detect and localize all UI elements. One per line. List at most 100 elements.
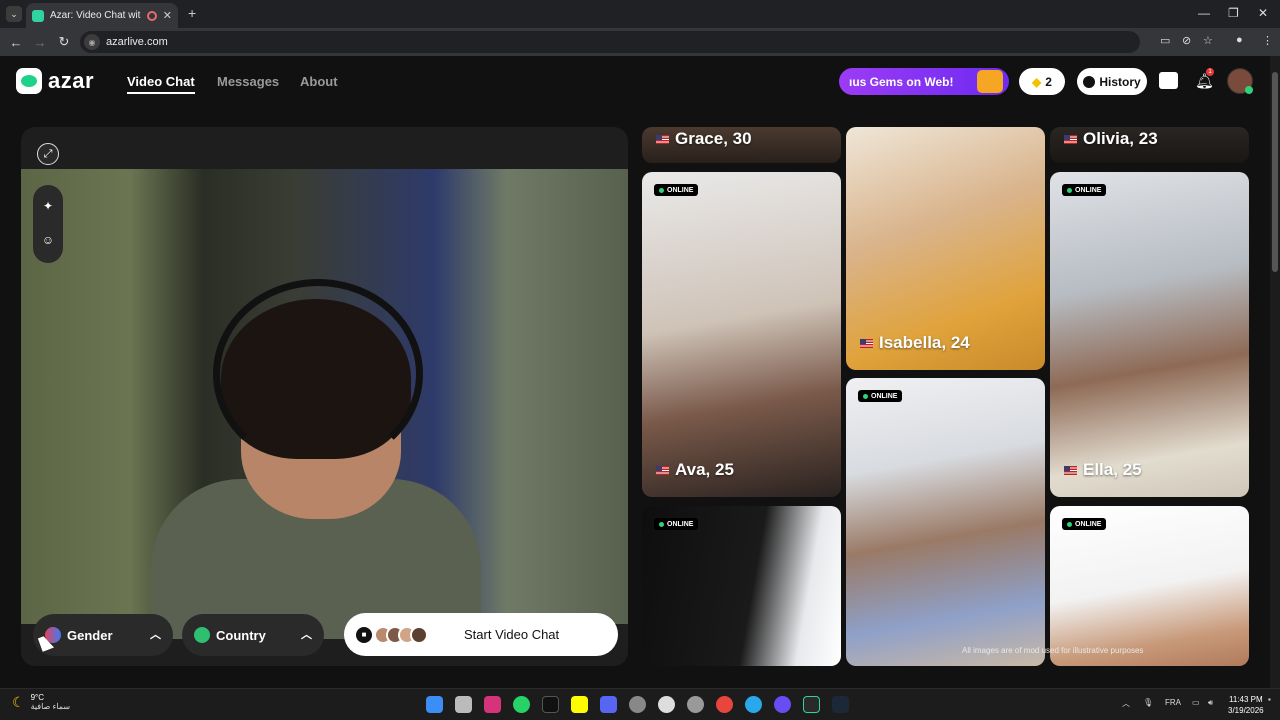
history-button[interactable]: History [1077,68,1147,95]
minimize-button[interactable]: — [1198,6,1210,20]
steam-icon[interactable] [832,696,849,713]
us-flag-icon [1064,134,1077,144]
us-flag-icon [860,338,873,348]
instagram-icon[interactable] [484,696,501,713]
history-label: History [1099,74,1141,89]
terminal-icon[interactable] [803,696,820,713]
discord-icon[interactable] [600,696,617,713]
profile-card-grace[interactable]: Grace, 30 [642,127,841,163]
azar-favicon-icon [32,9,44,22]
back-icon[interactable]: ← [4,35,28,50]
image-disclaimer: All images are of mod used for illustrat… [962,646,1144,655]
address-bar[interactable]: ◉ azarlive.com [80,31,1140,53]
new-tab-button[interactable]: + [188,5,196,21]
file-explorer-icon[interactable] [455,696,472,713]
tab-close-icon[interactable]: ✕ [163,9,172,22]
us-flag-icon [656,134,669,144]
profile-name: Ava, 25 [656,460,734,480]
profile-card-olivia[interactable]: Olivia, 23 [1050,127,1249,163]
gems-counter[interactable]: ◆ 2 [1019,68,1065,95]
language-indicator[interactable]: FRA [1165,698,1181,707]
gender-filter-button[interactable]: Gender ︿ [33,614,173,656]
browser-tabstrip: ⌄ Azar: Video Chat with New ✕ + — ❐ ✕ [0,0,1280,28]
face-filter-icon[interactable]: ☺ [40,233,56,249]
weather-widget[interactable]: ☾ 9°C سماء صافية [12,693,70,711]
online-badge: ONLINE [858,390,903,402]
profile-card-online-2[interactable]: ONLINE [642,506,841,666]
expand-icon[interactable]: ⤢ [37,143,59,165]
online-badge: ONLINE [654,518,699,530]
taskbar-apps [426,696,849,713]
app-header: azar Video Chat Messages About ıus Gems … [0,56,1270,108]
profile-name: Isabella, 24 [860,333,970,353]
notification-badge: 1 [1206,68,1214,76]
gem-icon: ◆ [1032,74,1042,89]
clock-time: 11:43 PM [1228,695,1263,704]
app-circle-icon[interactable] [774,696,791,713]
browser-tab[interactable]: Azar: Video Chat with New ✕ [26,3,178,28]
video-camera-icon: ■ [356,626,372,643]
country-label: Country [216,627,266,643]
weather-desc: سماء صافية [30,702,71,711]
chatgpt-icon[interactable] [658,696,675,713]
weather-temp: 9°C [30,693,44,702]
profile-card-isabella[interactable]: Isabella, 24 [846,127,1045,370]
network-icon[interactable]: ▭ [1192,698,1200,707]
tab-title: Azar: Video Chat with New [50,10,141,21]
cast-icon[interactable]: ▭ [1160,34,1170,47]
tab-search-icon[interactable]: ⌄ [6,6,22,22]
eye-off-icon[interactable]: ⊘ [1182,34,1191,47]
profile-card-ella[interactable]: ONLINE Ella, 25 [1050,172,1249,497]
user-webcam-image [151,279,481,639]
online-badge: ONLINE [1062,184,1107,196]
nav-about[interactable]: About [300,74,338,89]
snapchat-icon[interactable] [571,696,588,713]
windows-taskbar: ☾ 9°C سماء صافية ︿ 🎙︎ FRA ▭ 🔊︎ 11:43 PM … [0,688,1280,720]
close-window-button[interactable]: ✕ [1258,6,1268,20]
volume-icon[interactable]: 🔊︎ [1208,698,1213,708]
magic-wand-icon[interactable]: ✦ [40,199,56,215]
profile-card-online-3[interactable]: ONLINE [1050,506,1249,666]
site-info-icon[interactable]: ◉ [84,34,100,50]
country-filter-button[interactable]: Country ︿ [182,614,324,656]
nav-messages[interactable]: Messages [217,74,279,89]
clock-icon [1083,75,1096,88]
online-badge: ONLINE [1062,518,1107,530]
url-text: azarlive.com [106,36,168,48]
obs-icon[interactable] [629,696,646,713]
recording-icon [146,10,157,21]
chevron-up-tray-icon[interactable]: ︿ [1122,698,1130,709]
user-avatars [374,625,428,644]
maximize-button[interactable]: ❐ [1228,6,1239,20]
camera-preview [21,169,628,639]
bookmark-star-icon[interactable]: ☆ [1203,34,1213,47]
camera-tools: ✦ ☺ [33,185,63,263]
speed-icon[interactable] [687,696,704,713]
us-flag-icon [1064,465,1077,475]
store-icon[interactable] [1159,72,1178,89]
azar-logo[interactable]: azar [16,68,94,94]
scrollbar-thumb[interactable] [1272,72,1278,272]
chrome-icon[interactable] [716,696,733,713]
system-clock[interactable]: 11:43 PM 3/19/2026 [1228,694,1264,716]
gems-promo-banner[interactable]: ıus Gems on Web! [839,68,1009,95]
reload-icon[interactable]: ↻ [52,34,76,50]
profile-card-ava[interactable]: ONLINE Ava, 25 [642,172,841,497]
moon-icon: ☾ [12,693,25,710]
forward-icon[interactable]: → [28,35,52,50]
tiktok-icon[interactable] [542,696,559,713]
menu-icon[interactable]: ⋮ [1262,34,1273,47]
notification-center-icon[interactable]: ▪ [1268,695,1271,704]
treasure-chest-icon [977,70,1003,93]
self-video-panel: ⤢ ✦ ☺ Gender ︿ Country ︿ ■ Start Video C… [21,127,628,666]
microphone-icon[interactable]: 🎙︎ [1143,698,1153,707]
telegram-icon[interactable] [745,696,762,713]
profile-card-online-1[interactable]: ONLINE [846,378,1045,666]
start-menu-icon[interactable] [426,696,443,713]
start-video-chat-button[interactable]: ■ Start Video Chat [344,613,618,656]
gems-count: 2 [1045,74,1052,89]
profile-icon[interactable]: ● [1236,34,1243,46]
start-label: Start Video Chat [464,627,560,642]
nav-video-chat[interactable]: Video Chat [127,74,195,94]
whatsapp-icon[interactable] [513,696,530,713]
